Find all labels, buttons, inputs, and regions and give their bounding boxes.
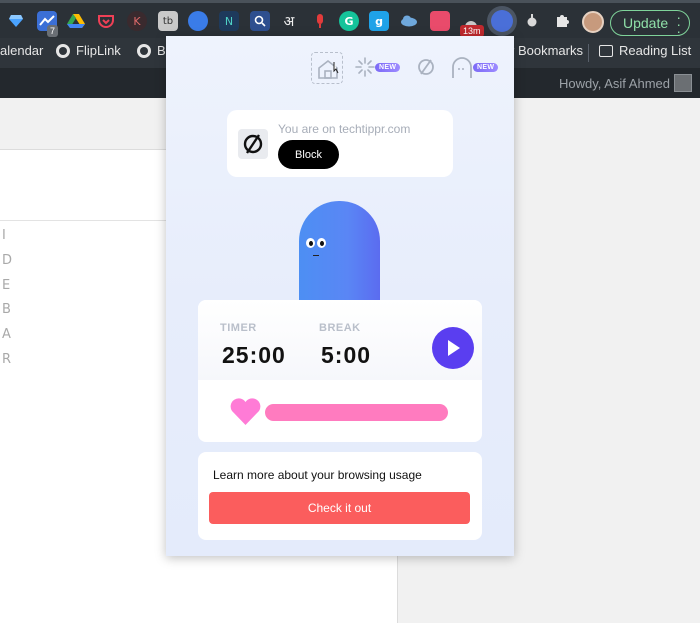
browsing-usage-card: Learn more about your browsing usage Che… (198, 452, 482, 540)
break-label: BREAK (319, 322, 361, 334)
new-badge: NEW (473, 63, 499, 72)
page-letter-column: I D E B A R (2, 228, 13, 367)
hindi-letter-icon[interactable]: अ (279, 11, 299, 31)
grammarly-icon[interactable]: G (339, 11, 359, 31)
globe-icon (56, 43, 70, 58)
home-icon (318, 59, 339, 79)
howdy-text[interactable]: Howdy, Asif Ahmed (559, 76, 670, 91)
globe-icon (137, 43, 151, 58)
chat-bubble-icon[interactable] (188, 11, 208, 31)
health-progress-bar (265, 404, 448, 421)
g-extension-icon[interactable]: g (369, 11, 389, 31)
site-blocked-icon (238, 129, 268, 159)
browsing-usage-text: Learn more about your browsing usage (213, 468, 422, 482)
bookmark-label: alendar (0, 43, 44, 58)
tb-extension-icon[interactable]: tb (158, 11, 178, 31)
bookmark-fliplink[interactable]: FlipLink (56, 43, 121, 58)
sparkle-icon (355, 57, 375, 77)
bookmark-label: FlipLink (76, 43, 121, 58)
page-left-area (0, 98, 167, 623)
n-extension-icon[interactable]: N (219, 11, 239, 31)
google-drive-icon[interactable] (66, 11, 86, 31)
bookmark-label: B (157, 43, 166, 58)
pocket-icon[interactable] (96, 11, 116, 31)
break-value[interactable]: 5:00 (321, 342, 371, 369)
extension-popup: NEW NEW You are on techtippr.com Block T… (166, 36, 514, 556)
cloud-icon[interactable] (399, 11, 419, 31)
update-label: Update (623, 15, 669, 31)
puzzle-extensions-icon[interactable] (552, 11, 572, 31)
bookmark-label: r Bookmarks (510, 43, 583, 58)
menu-dots-icon[interactable]: · · · (676, 10, 681, 38)
check-it-out-button[interactable]: Check it out (209, 492, 470, 524)
current-site-card: You are on techtippr.com Block (227, 110, 453, 177)
page-tab-strip (0, 98, 167, 150)
bulb-icon[interactable] (522, 11, 542, 31)
blocker-extension-icon[interactable] (491, 10, 513, 32)
extension-toolbar: 7 K tb N अ G g 13m Update · · · (0, 0, 700, 38)
diamond-icon[interactable] (6, 11, 26, 31)
mascot-eye-left (306, 238, 315, 248)
microphone-icon[interactable] (310, 11, 330, 31)
extension-badge: 7 (47, 25, 59, 37)
bookmark-other-bookmarks[interactable]: r Bookmarks (510, 43, 583, 58)
magnifier-extension-icon[interactable] (250, 11, 270, 31)
block-site-button[interactable]: Block (278, 140, 339, 169)
reading-list-icon (599, 44, 613, 57)
blocked-circle-icon (418, 59, 434, 75)
new-badge: NEW (375, 63, 401, 72)
nav-home-button[interactable] (311, 52, 343, 84)
ghost-outline-icon (452, 57, 472, 78)
page-divider (0, 220, 167, 221)
update-button[interactable]: Update · · · (610, 10, 690, 38)
dice-icon[interactable] (430, 11, 450, 31)
user-avatar[interactable] (674, 74, 692, 92)
profile-avatar[interactable] (582, 11, 604, 33)
mascot-ghost (299, 201, 380, 300)
nav-ghost-button[interactable]: NEW (450, 56, 499, 80)
bookmark-label: Reading List (619, 43, 692, 58)
mascot-eye-right (317, 238, 326, 248)
nav-block-button[interactable] (415, 56, 437, 80)
heart-icon (230, 398, 261, 425)
current-site-text: You are on techtippr.com (278, 122, 411, 136)
nav-focus-button[interactable]: NEW (354, 56, 402, 80)
bookmark-reading-list[interactable]: Reading List (599, 43, 691, 58)
timer-label: TIMER (220, 322, 257, 334)
bookmark-calendar[interactable]: alendar (0, 43, 43, 58)
play-button[interactable] (432, 327, 474, 369)
k-extension-icon[interactable]: K (127, 11, 147, 31)
pomodoro-timer-card: TIMER 25:00 BREAK 5:00 (198, 300, 482, 442)
mascot-mouth (313, 255, 319, 256)
bookmark-b[interactable]: B (137, 43, 166, 58)
timer-value[interactable]: 25:00 (222, 342, 286, 369)
bookmark-separator (588, 44, 589, 62)
